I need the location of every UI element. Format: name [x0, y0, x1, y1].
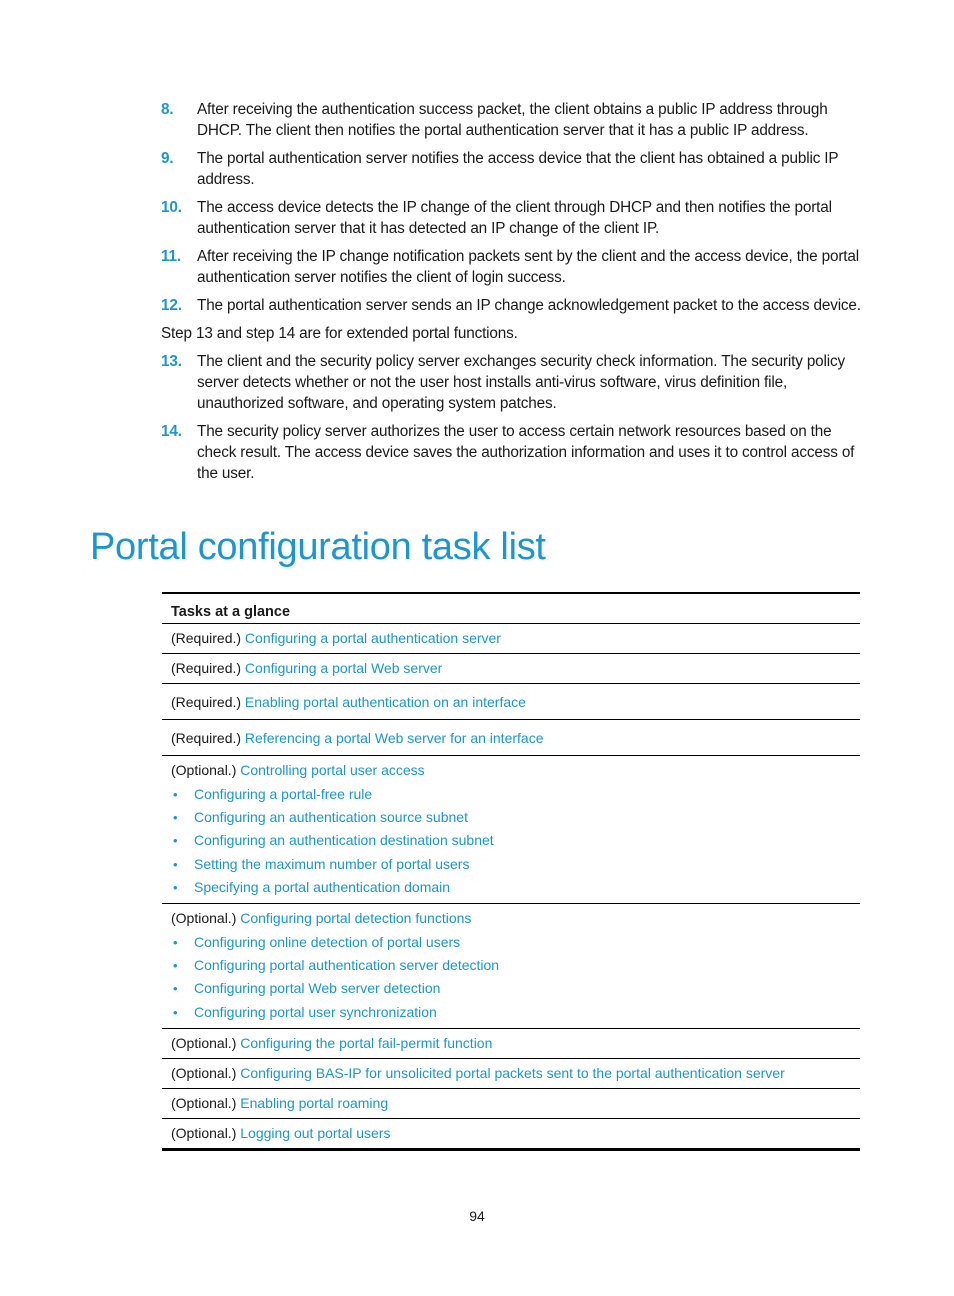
table-row: (Optional.) Configuring portal detection…	[162, 903, 860, 1029]
tasks-table: Tasks at a glance (Required.) Configurin…	[162, 592, 860, 1151]
table-row: (Required.) Configuring a portal Web ser…	[162, 653, 860, 684]
task-requirement: (Optional.)	[171, 762, 237, 778]
bullet-icon: •	[173, 810, 178, 826]
table-row: (Required.) Configuring a portal authent…	[162, 623, 860, 654]
table-cell: (Required.) Enabling portal authenticati…	[162, 683, 860, 720]
table-cell: (Optional.) Enabling portal roaming	[162, 1088, 860, 1119]
procedure-steps: 8. After receiving the authentication suc…	[161, 99, 871, 491]
task-link[interactable]: Controlling portal user access	[240, 762, 424, 778]
subtask-item: • Configuring portal Web server detection	[171, 977, 851, 1000]
step-item: 10. The access device detects the IP chan…	[161, 197, 871, 239]
subtask-item: • Configuring an authentication destinati…	[171, 829, 851, 852]
task-link[interactable]: Configuring portal detection functions	[240, 910, 471, 926]
table-cell: (Optional.) Configuring BAS-IP for unsol…	[162, 1058, 860, 1089]
bullet-icon: •	[173, 833, 178, 849]
task-requirement: (Optional.)	[171, 910, 237, 927]
bullet-icon: •	[173, 856, 178, 872]
task-requirement: (Required.)	[171, 730, 242, 746]
step-text: After receiving the IP change notificati…	[197, 248, 859, 286]
subtask-list: • Configuring a portal-free rule • Configu…	[171, 783, 851, 899]
task-link[interactable]: Configuring BAS-IP for unsolicited porta…	[240, 1065, 785, 1081]
subtask-link[interactable]: Configuring an authentication source sub…	[194, 809, 468, 825]
step-number: 11.	[161, 248, 181, 265]
step-number: 14.	[161, 423, 182, 440]
table-cell: (Required.) Configuring a portal authent…	[162, 623, 860, 654]
subtask-item: • Configuring portal user synchronization	[171, 1001, 851, 1024]
subtask-item: • Specifying a portal authentication doma…	[171, 876, 851, 899]
subtask-link[interactable]: Specifying a portal authentication domai…	[194, 879, 450, 895]
subtask-link[interactable]: Configuring online detection of portal u…	[194, 934, 460, 950]
task-link[interactable]: Logging out portal users	[240, 1125, 390, 1141]
table-cell: (Required.) Referencing a portal Web ser…	[162, 719, 860, 756]
step-text: The portal authentication server sends a…	[197, 297, 861, 314]
table-cell: (Required.) Configuring a portal Web ser…	[162, 653, 860, 684]
table-row: (Required.) Referencing a portal Web ser…	[162, 719, 860, 756]
step-number: 12.	[161, 297, 182, 314]
table-cell: (Optional.) Logging out portal users	[162, 1118, 860, 1151]
table-cell: (Optional.) Configuring portal detection…	[162, 903, 860, 1029]
task-link[interactable]: Configuring a portal authentication serv…	[245, 630, 501, 646]
subtask-link[interactable]: Configuring portal user synchronization	[194, 1004, 437, 1020]
table-row: (Optional.) Configuring BAS-IP for unsol…	[162, 1058, 860, 1089]
table-row: (Optional.) Enabling portal roaming	[162, 1088, 860, 1119]
step-text: The portal authentication server notifie…	[197, 150, 839, 188]
task-link[interactable]: Configuring the portal fail-permit funct…	[240, 1035, 492, 1051]
task-requirement: (Required.)	[171, 660, 242, 676]
table-row: (Optional.) Configuring the portal fail-…	[162, 1028, 860, 1059]
step-number: 9.	[161, 150, 174, 167]
task-requirement: (Required.)	[171, 694, 242, 710]
step-text: The access device detects the IP change …	[197, 199, 832, 237]
bullet-icon: •	[173, 981, 178, 997]
bullet-icon: •	[173, 787, 178, 802]
task-link[interactable]: Enabling portal roaming	[240, 1095, 388, 1111]
subtask-list: • Configuring online detection of portal …	[171, 931, 851, 1024]
step-number: 13.	[161, 353, 182, 370]
step-text: The client and the security policy serve…	[197, 353, 846, 412]
step-number: 10.	[161, 199, 182, 216]
subtask-link[interactable]: Configuring an authentication destinatio…	[194, 832, 494, 848]
section-heading: Portal configuration task list	[90, 526, 546, 568]
bullet-icon: •	[173, 935, 178, 951]
step-item: 13. The client and the security policy se…	[161, 351, 871, 414]
task-requirement: (Optional.)	[171, 1064, 237, 1081]
subtask-link[interactable]: Setting the maximum number of portal use…	[194, 856, 469, 872]
subtask-item: • Configuring a portal-free rule	[171, 783, 851, 806]
page-number: 94	[469, 1208, 485, 1224]
table-row: (Optional.) Logging out portal users	[162, 1118, 860, 1151]
task-requirement: (Optional.)	[171, 1094, 237, 1111]
task-requirement: (Optional.)	[171, 1124, 237, 1141]
step-item: 9. The portal authentication server notif…	[161, 148, 871, 190]
table-cell: (Optional.) Configuring the portal fail-…	[162, 1028, 860, 1059]
bullet-icon: •	[173, 958, 178, 974]
subtask-link[interactable]: Configuring portal Web server detection	[194, 980, 440, 996]
task-link[interactable]: Referencing a portal Web server for an i…	[245, 730, 544, 746]
step-item: 8. After receiving the authentication suc…	[161, 99, 871, 141]
step-item: 11. After receiving the IP change notific…	[161, 246, 871, 288]
step-item: 12. The portal authentication server send…	[161, 295, 871, 316]
table-header: Tasks at a glance	[162, 592, 860, 624]
table-header-row: Tasks at a glance	[162, 592, 860, 624]
subtask-item: • Configuring portal authentication serve…	[171, 954, 851, 977]
bullet-icon: •	[173, 1004, 178, 1020]
table-row: (Required.) Enabling portal authenticati…	[162, 683, 860, 720]
subtask-link[interactable]: Configuring a portal-free rule	[194, 786, 372, 802]
steps-note: Step 13 and step 14 are for extended por…	[161, 325, 518, 342]
task-link[interactable]: Enabling portal authentication on an int…	[245, 694, 526, 710]
task-requirement: (Required.)	[171, 630, 242, 646]
bullet-icon: •	[173, 879, 178, 895]
subtask-item: • Configuring an authentication source su…	[171, 806, 851, 829]
subtask-item: • Setting the maximum number of portal us…	[171, 853, 851, 876]
table-cell: (Optional.) Controlling portal user acce…	[162, 755, 860, 905]
step-number: 8.	[161, 101, 174, 118]
task-link[interactable]: Configuring a portal Web server	[245, 660, 442, 676]
step-text: After receiving the authentication succe…	[197, 101, 828, 139]
subtask-item: • Configuring online detection of portal …	[171, 931, 851, 954]
table-row: (Optional.) Controlling portal user acce…	[162, 755, 860, 905]
subtask-link[interactable]: Configuring portal authentication server…	[194, 957, 499, 973]
step-text: The security policy server authorizes th…	[197, 423, 855, 482]
step-item: 14. The security policy server authorizes…	[161, 421, 871, 484]
task-requirement: (Optional.)	[171, 1034, 237, 1051]
